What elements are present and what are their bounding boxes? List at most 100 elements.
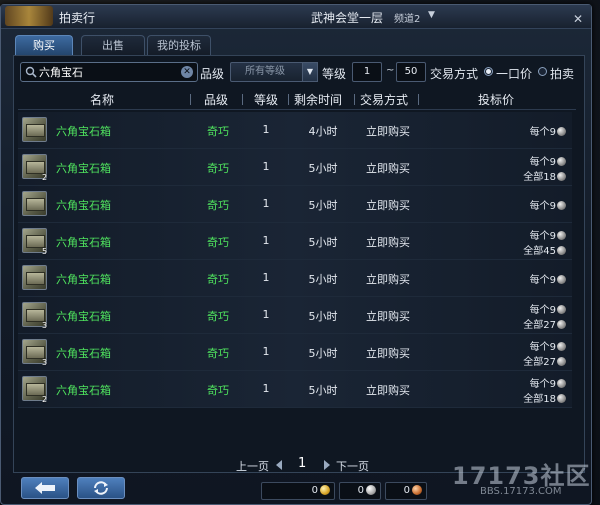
search-box[interactable]: ✕: [20, 62, 198, 82]
tab-sell[interactable]: 出售: [81, 35, 145, 55]
header-trade-method[interactable]: 交易方式: [360, 91, 408, 108]
refresh-button[interactable]: [77, 477, 125, 499]
refresh-icon: [94, 481, 108, 495]
silver-coin-icon: [557, 394, 566, 403]
table-row[interactable]: 3 六角宝石箱 奇巧 1 5小时 立即购买 每个9 全部27: [18, 297, 572, 334]
item-time-left: 5小时: [308, 273, 338, 286]
item-trade-method: 立即购买: [366, 199, 410, 212]
item-count: 2: [42, 395, 48, 404]
title-emblem-icon: [5, 6, 53, 26]
column-divider: [190, 94, 191, 105]
table-row[interactable]: 六角宝石箱 奇巧 1 4小时 立即购买 每个9: [18, 112, 572, 149]
auction-panel: ✕ 品级 所有等级 ▼ 等级 1 ~ 50 交易方式 一口价 拍卖 名称 品级 …: [13, 55, 585, 473]
radio-fixed-price[interactable]: [484, 67, 493, 76]
silver-coin-icon: [557, 320, 566, 329]
price-each: 每个9: [530, 338, 566, 353]
item-time-left: 5小时: [308, 199, 338, 212]
search-input[interactable]: [39, 64, 179, 80]
item-name: 六角宝石箱: [56, 162, 111, 175]
silver-amount: 0: [339, 482, 381, 500]
search-icon: [25, 66, 37, 78]
column-divider: [288, 94, 289, 105]
treasure-chest-icon[interactable]: [22, 265, 47, 290]
silver-coin-icon: [557, 157, 566, 166]
channel-selector[interactable]: 频道2: [394, 10, 420, 25]
price-total: 全部18: [523, 168, 566, 183]
chevron-down-icon[interactable]: ▼: [428, 10, 435, 20]
table-row[interactable]: 六角宝石箱 奇巧 1 5小时 立即购买 每个9: [18, 260, 572, 297]
column-divider: [354, 94, 355, 105]
close-icon[interactable]: ✕: [572, 13, 584, 25]
item-time-left: 4小时: [308, 125, 338, 138]
treasure-chest-icon[interactable]: [22, 191, 47, 216]
watermark-url: BBS.17173.COM: [480, 486, 562, 497]
fixed-price-label[interactable]: 一口价: [496, 65, 532, 82]
treasure-chest-icon[interactable]: [22, 117, 47, 142]
copper-amount: 0: [385, 482, 427, 500]
item-level: 1: [262, 197, 270, 210]
silver-coin-icon: [557, 379, 566, 388]
item-trade-method: 立即购买: [366, 125, 410, 138]
price-total: 全部27: [523, 353, 566, 368]
window-title: 拍卖行: [59, 11, 96, 25]
price-each: 每个9: [530, 123, 566, 138]
title-bar[interactable]: 拍卖行 武神会堂一层 频道2 ▼ ✕: [1, 5, 591, 29]
level-range-separator: ~: [386, 65, 395, 76]
silver-coin-icon: [557, 357, 566, 366]
item-trade-method: 立即购买: [366, 310, 410, 323]
header-level[interactable]: 等级: [254, 91, 278, 108]
table-row[interactable]: 5 六角宝石箱 奇巧 1 5小时 立即购买 每个9 全部45: [18, 223, 572, 260]
item-grade: 奇巧: [207, 199, 229, 212]
header-name[interactable]: 名称: [90, 91, 114, 108]
listing-rows: 六角宝石箱 奇巧 1 4小时 立即购买 每个9 2 六角宝石箱 奇巧 1 5小时…: [18, 112, 572, 408]
item-name: 六角宝石箱: [56, 384, 111, 397]
grade-dropdown-arrow-icon[interactable]: ▼: [302, 62, 318, 82]
silver-coin-icon: [557, 342, 566, 351]
header-grade[interactable]: 品级: [204, 91, 228, 108]
table-row[interactable]: 六角宝石箱 奇巧 1 5小时 立即购买 每个9: [18, 186, 572, 223]
item-name: 六角宝石箱: [56, 236, 111, 249]
auction-label[interactable]: 拍卖: [550, 65, 574, 82]
item-name: 六角宝石箱: [56, 273, 111, 286]
table-row[interactable]: 3 六角宝石箱 奇巧 1 5小时 立即购买 每个9 全部27: [18, 334, 572, 371]
next-page-button[interactable]: 下一页: [336, 458, 369, 474]
silver-coin-icon: [557, 246, 566, 255]
item-time-left: 5小时: [308, 310, 338, 323]
price-each: 每个9: [530, 301, 566, 316]
item-trade-method: 立即购买: [366, 384, 410, 397]
header-bid-price[interactable]: 投标价: [478, 91, 514, 108]
level-min-input[interactable]: 1: [352, 62, 382, 82]
prev-arrow-icon[interactable]: [276, 460, 282, 470]
header-time-left[interactable]: 剩余时间: [294, 91, 342, 108]
item-time-left: 5小时: [308, 384, 338, 397]
auction-house-window: 拍卖行 武神会堂一层 频道2 ▼ ✕ 购买 出售 我的投标 ✕ 品级 所有等级 …: [0, 4, 592, 505]
item-grade: 奇巧: [207, 384, 229, 397]
price-total: 全部45: [523, 242, 566, 257]
table-row[interactable]: 2 六角宝石箱 奇巧 1 5小时 立即购买 每个9 全部18: [18, 371, 572, 408]
tab-my-bids[interactable]: 我的投标: [147, 35, 211, 55]
next-arrow-icon[interactable]: [324, 460, 330, 470]
item-level: 1: [262, 345, 270, 358]
arrow-left-icon: [35, 482, 55, 494]
silver-coin-icon: [557, 275, 566, 284]
server-name: 武神会堂一层: [311, 11, 384, 25]
clear-search-icon[interactable]: ✕: [181, 66, 193, 78]
prev-page-button[interactable]: 上一页: [236, 458, 269, 474]
item-trade-method: 立即购买: [366, 162, 410, 175]
item-level: 1: [262, 382, 270, 395]
item-name: 六角宝石箱: [56, 125, 111, 138]
level-label: 等级: [322, 67, 347, 81]
column-divider: [242, 94, 243, 105]
table-row[interactable]: 2 六角宝石箱 奇巧 1 5小时 立即购买 每个9 全部18: [18, 149, 572, 186]
back-button[interactable]: [21, 477, 69, 499]
item-trade-method: 立即购买: [366, 347, 410, 360]
radio-auction[interactable]: [538, 67, 547, 76]
level-max-input[interactable]: 50: [396, 62, 426, 82]
item-count: 5: [42, 247, 48, 256]
silver-coin-icon: [366, 485, 376, 495]
price-each: 每个9: [530, 227, 566, 242]
silver-coin-icon: [557, 305, 566, 314]
column-divider: [418, 94, 419, 105]
item-level: 1: [262, 123, 270, 136]
tab-buy[interactable]: 购买: [15, 35, 73, 55]
